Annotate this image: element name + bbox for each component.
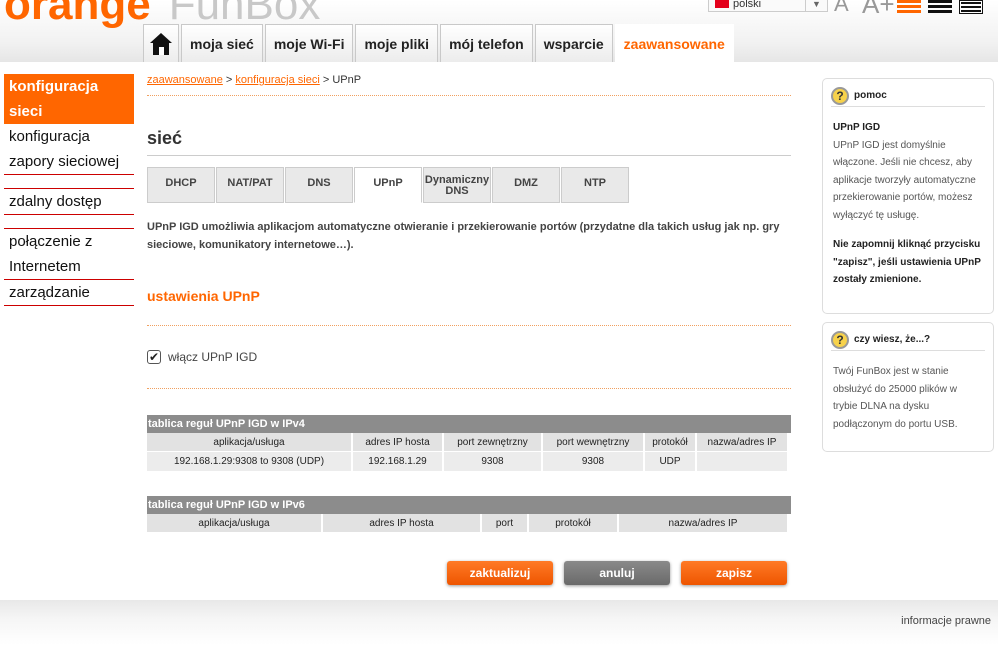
breadcrumb-current: UPnP xyxy=(332,74,362,86)
chevron-down-icon: ▼ xyxy=(805,0,827,11)
language-label: polski xyxy=(733,0,762,10)
help-text: UPnP IGD jest domyślnie włączone. Jeśli … xyxy=(833,139,976,221)
breadcrumb: zaawansowane > konfiguracja sieci > UPnP xyxy=(147,74,791,96)
home-icon xyxy=(150,32,172,55)
question-icon: ? xyxy=(831,86,849,105)
sidebar-item-konfiguracja-sieci[interactable]: konfiguracja sieci xyxy=(4,74,134,124)
help-heading: UPnP IGD xyxy=(833,122,881,133)
tab-upnp[interactable]: UPnP xyxy=(354,167,422,203)
tab-dynamiczny-dns[interactable]: Dynamiczny DNS xyxy=(423,167,491,203)
page-title: sieć xyxy=(147,128,183,148)
tab-wsparcie[interactable]: wsparcie xyxy=(534,24,613,62)
legal-info-link[interactable]: informacje prawne xyxy=(901,615,991,627)
flag-icon xyxy=(715,0,729,8)
breadcrumb-link-zaawansowane[interactable]: zaawansowane xyxy=(147,74,223,86)
column-header: protokół xyxy=(529,514,617,533)
column-header: port xyxy=(482,514,527,533)
save-button[interactable]: zapisz xyxy=(681,561,787,585)
table-cell: UDP xyxy=(645,452,695,471)
sidebar-item-polaczenie[interactable]: połączenie z Internetem xyxy=(4,229,134,280)
top-header: orange FunBox polski ▼ A A+ moja sieć moj… xyxy=(0,0,998,62)
sidebar-item-zdalny-dostep[interactable]: zdalny dostęp xyxy=(4,189,134,215)
contrast-orange-icon[interactable] xyxy=(897,0,921,14)
ipv4-table: tablica reguł UPnP IGD w IPv4 aplikacja/… xyxy=(147,415,791,471)
ipv6-table-title: tablica reguł UPnP IGD w IPv6 xyxy=(147,496,791,514)
column-header: adres IP hosta xyxy=(353,433,442,452)
tab-dmz[interactable]: DMZ xyxy=(492,167,560,203)
help-panel: ? pomoc UPnP IGD UPnP IGD jest domyślnie… xyxy=(822,78,994,314)
column-header: protokół xyxy=(645,433,695,452)
home-button[interactable] xyxy=(143,24,179,62)
upnp-checkbox-label: włącz UPnP IGD xyxy=(168,350,258,364)
table-row: 192.168.1.29:9308 to 9308 (UDP) 192.168.… xyxy=(147,452,787,471)
language-select[interactable]: polski ▼ xyxy=(708,0,828,12)
help-note: Nie zapomnij kliknąć przycisku "zapisz",… xyxy=(833,239,981,285)
contrast-high-icon[interactable] xyxy=(959,0,983,14)
upnp-toggle-row: ✔ włącz UPnP IGD xyxy=(147,350,257,364)
text-size-large-button[interactable]: A+ xyxy=(862,0,895,17)
column-header: aplikacja/usługa xyxy=(147,433,351,452)
section-title: ustawienia UPnP xyxy=(147,288,260,304)
column-header: nazwa/adres IP xyxy=(619,514,787,533)
did-you-know-text: Twój FunBox jest w stanie obsłużyć do 25… xyxy=(833,366,958,430)
table-cell: 192.168.1.29:9308 to 9308 (UDP) xyxy=(147,452,351,471)
did-you-know-title: czy wiesz, że...? xyxy=(854,334,931,345)
tab-moj-telefon[interactable]: mój telefon xyxy=(440,24,533,62)
tab-moje-pliki[interactable]: moje pliki xyxy=(355,24,439,62)
tab-moja-siec[interactable]: moja sieć xyxy=(181,24,263,62)
column-header: port zewnętrzny xyxy=(444,433,541,452)
subtabs: DHCP NAT/PAT DNS UPnP Dynamiczny DNS DMZ… xyxy=(147,167,630,203)
logo-orange-text: orange xyxy=(4,0,151,29)
text-size-small-button[interactable]: A xyxy=(834,0,849,15)
table-cell xyxy=(697,452,787,471)
sidebar-item-zapora[interactable]: konfiguracja zapory sieciowej xyxy=(4,124,134,175)
tab-dhcp[interactable]: DHCP xyxy=(147,167,215,203)
tab-nat-pat[interactable]: NAT/PAT xyxy=(216,167,284,203)
table-cell: 9308 xyxy=(543,452,643,471)
main-nav: moja sieć moje Wi-Fi moje pliki mój tele… xyxy=(143,24,736,62)
question-icon: ? xyxy=(831,330,849,349)
cancel-button[interactable]: anuluj xyxy=(564,561,670,585)
tab-ntp[interactable]: NTP xyxy=(561,167,629,203)
tab-dns[interactable]: DNS xyxy=(285,167,353,203)
main-content: zaawansowane > konfiguracja sieci > UPnP… xyxy=(147,74,791,585)
tab-moje-wifi[interactable]: moje Wi-Fi xyxy=(264,24,354,62)
refresh-button[interactable]: zaktualizuj xyxy=(447,561,553,585)
did-you-know-panel: ? czy wiesz, że...? Twój FunBox jest w s… xyxy=(822,322,994,452)
column-header: nazwa/adres IP xyxy=(697,433,787,452)
sidebar-item-zarzadzanie[interactable]: zarządzanie xyxy=(4,280,134,306)
breadcrumb-link-konfiguracja[interactable]: konfiguracja sieci xyxy=(235,74,319,86)
tab-zaawansowane[interactable]: zaawansowane xyxy=(614,24,734,62)
ipv4-table-title: tablica reguł UPnP IGD w IPv4 xyxy=(147,415,791,433)
ipv6-table: tablica reguł UPnP IGD w IPv6 aplikacja/… xyxy=(147,496,791,533)
upnp-description: UPnP IGD umożliwia aplikacjom automatycz… xyxy=(147,221,780,251)
column-header: adres IP hosta xyxy=(323,514,480,533)
contrast-dark-icon[interactable] xyxy=(928,0,952,14)
column-header: aplikacja/usługa xyxy=(147,514,321,533)
footer: informacje prawne xyxy=(0,600,998,645)
table-cell: 192.168.1.29 xyxy=(353,452,442,471)
upnp-checkbox[interactable]: ✔ xyxy=(147,350,161,364)
sidebar: konfiguracja sieci konfiguracja zapory s… xyxy=(4,74,134,306)
table-cell: 9308 xyxy=(444,452,541,471)
column-header: port wewnętrzny xyxy=(543,433,643,452)
help-title: pomoc xyxy=(854,90,887,101)
